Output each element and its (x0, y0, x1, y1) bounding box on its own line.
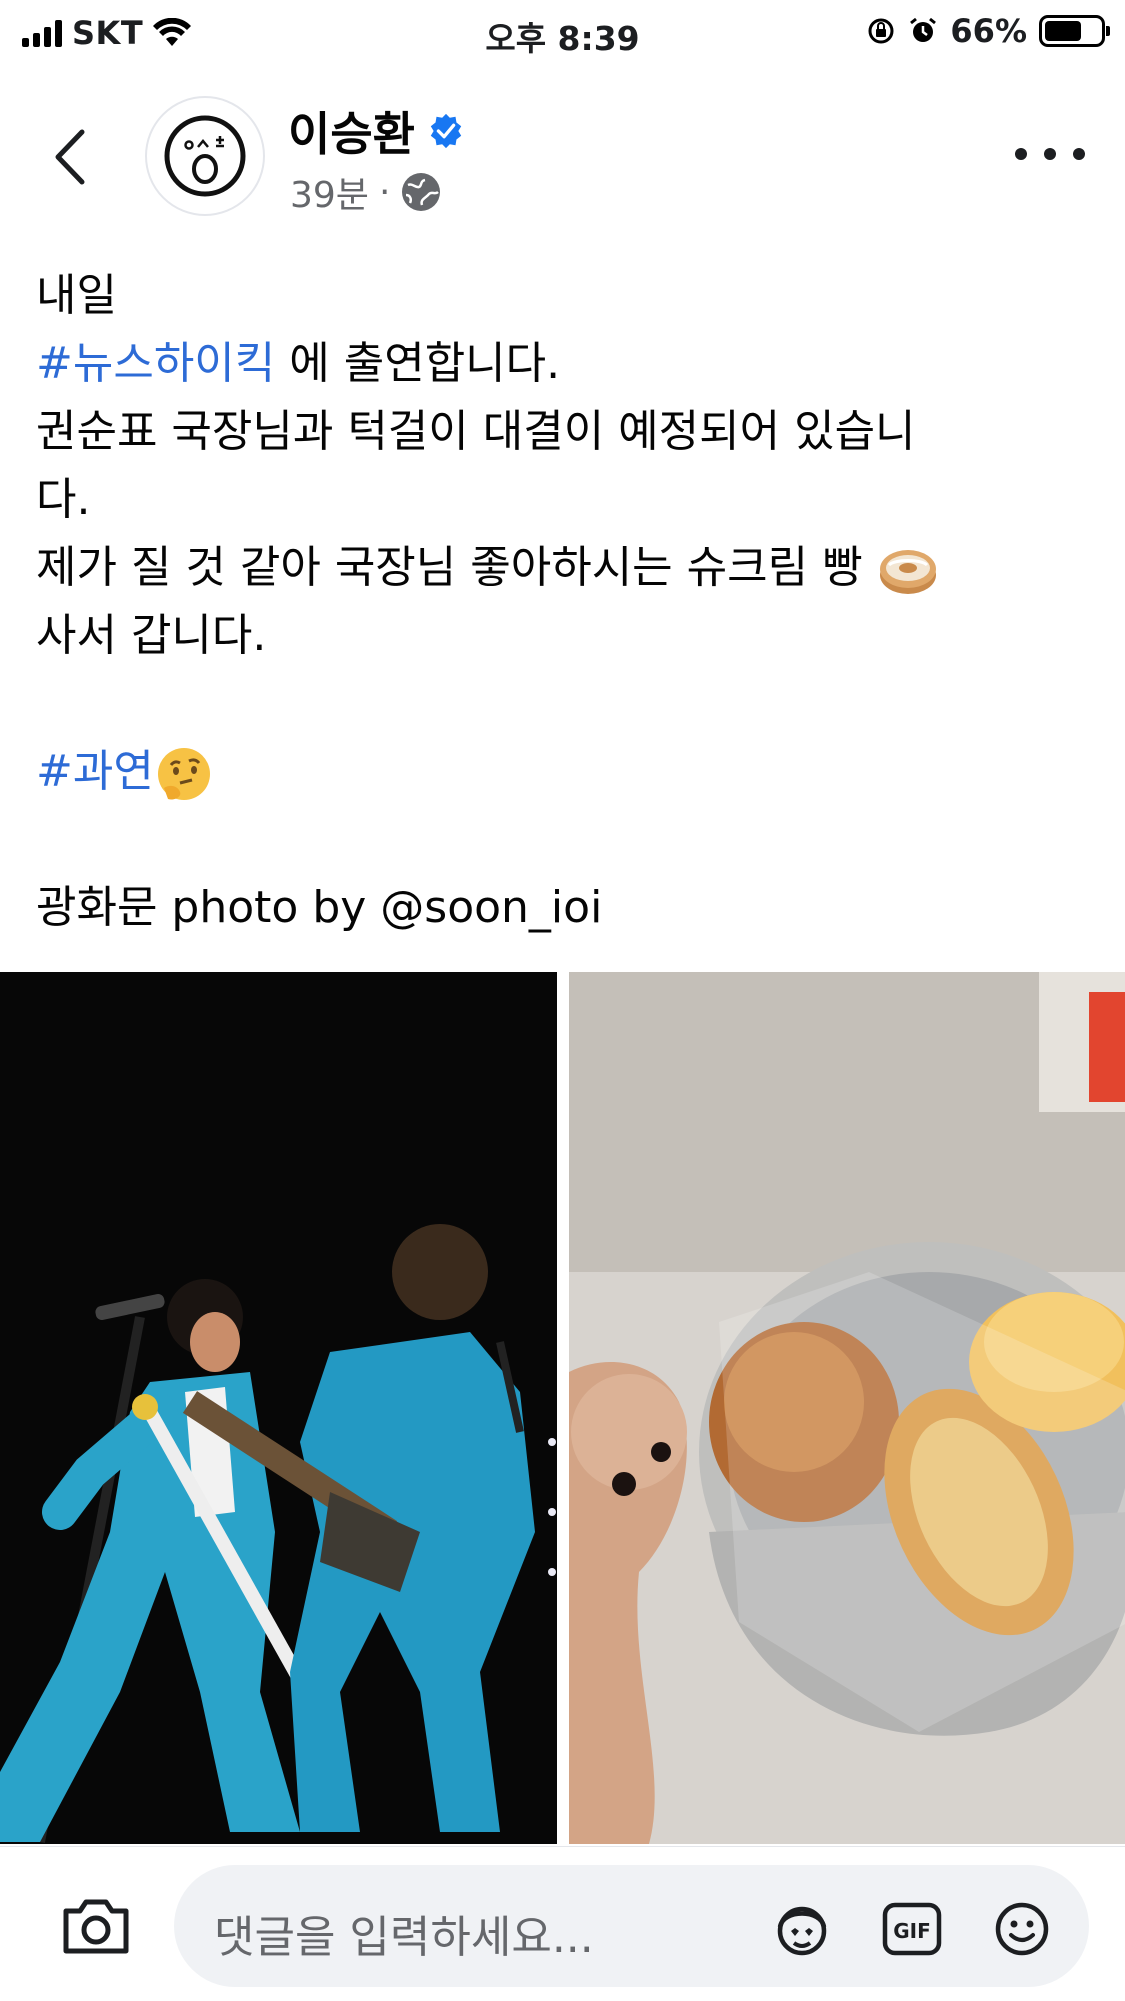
concert-photo-image (0, 972, 557, 1844)
svg-text:GIF: GIF (893, 1919, 931, 1943)
post-text-line: 사서 갑니다. (36, 610, 267, 661)
more-dot-icon (1073, 148, 1085, 160)
bagel-emoji (879, 550, 936, 594)
author-name[interactable]: 이승환 (288, 98, 415, 164)
post-text-line: #뉴스하이킥 에 출연합니다. (36, 330, 1096, 398)
post-time[interactable]: 39분 (290, 166, 369, 218)
comment-input[interactable]: 댓글을 입력하세요... GIF (174, 1865, 1089, 1987)
post-text-fragment: 제가 질 것 같아 국장님 좋아하시는 슈크림 빵 (36, 542, 877, 593)
post-meta: 39분 · (290, 166, 442, 218)
battery-fill (1045, 21, 1081, 41)
bread-photo[interactable] (568, 972, 1125, 1844)
more-dot-icon (1044, 148, 1056, 160)
post-text: 내일 #뉴스하이킥 에 출연합니다. 권순표 국장님과 턱걸이 대결이 예정되어… (36, 262, 1096, 942)
meta-separator: · (378, 171, 391, 213)
post-header: 이승환 39분 · (0, 90, 1125, 225)
orientation-lock-icon (868, 18, 894, 44)
post-text-line: 제가 질 것 같아 국장님 좋아하시는 슈크림 빵 (36, 534, 1096, 602)
more-options-button[interactable] (1015, 134, 1085, 174)
gif-icon[interactable]: GIF (879, 1901, 945, 1957)
post-text-line: #과연 (36, 738, 1096, 806)
smiley-icon[interactable] (989, 1901, 1055, 1957)
avatar-sticker-icon[interactable] (769, 1901, 835, 1957)
thinking-face-emoji (157, 748, 210, 800)
post-text-line: 권순표 국장님과 턱걸이 대결이 예정되어 있습니 (36, 406, 916, 457)
author-avatar[interactable] (145, 96, 265, 216)
bread-photo-image (568, 972, 1125, 1844)
author-line: 이승환 (288, 98, 465, 164)
concert-photo[interactable] (0, 972, 557, 1844)
battery-icon (1039, 15, 1110, 47)
post-text-line: 다. (36, 474, 91, 525)
camera-button[interactable] (60, 1895, 132, 1957)
hashtag-link[interactable]: #뉴스하이킥 (36, 338, 275, 389)
comment-placeholder[interactable]: 댓글을 입력하세요... (214, 1901, 594, 1965)
hashtag-link[interactable]: #과연 (36, 746, 154, 797)
verified-badge-icon (430, 113, 462, 149)
back-button[interactable] (40, 122, 100, 192)
post-photos (0, 972, 1125, 1844)
comment-bar: 댓글을 입력하세요... GIF (0, 1846, 1125, 2001)
status-bar: SKT 오후 8:39 66% (0, 0, 1125, 64)
status-right: 66% (866, 12, 1110, 50)
post-text-line: 내일 (36, 270, 117, 321)
post-text-line: 광화문 photo by @soon_ioi (36, 882, 603, 933)
globe-icon (402, 173, 441, 211)
battery-percent: 66% (950, 12, 1027, 50)
camera-icon (63, 1899, 129, 1954)
post-text-fragment: 에 출연합니다. (275, 338, 561, 389)
chevron-left-icon (55, 129, 85, 185)
avatar-face-logo (164, 115, 246, 197)
alarm-icon (910, 17, 937, 42)
more-dot-icon (1015, 148, 1027, 160)
